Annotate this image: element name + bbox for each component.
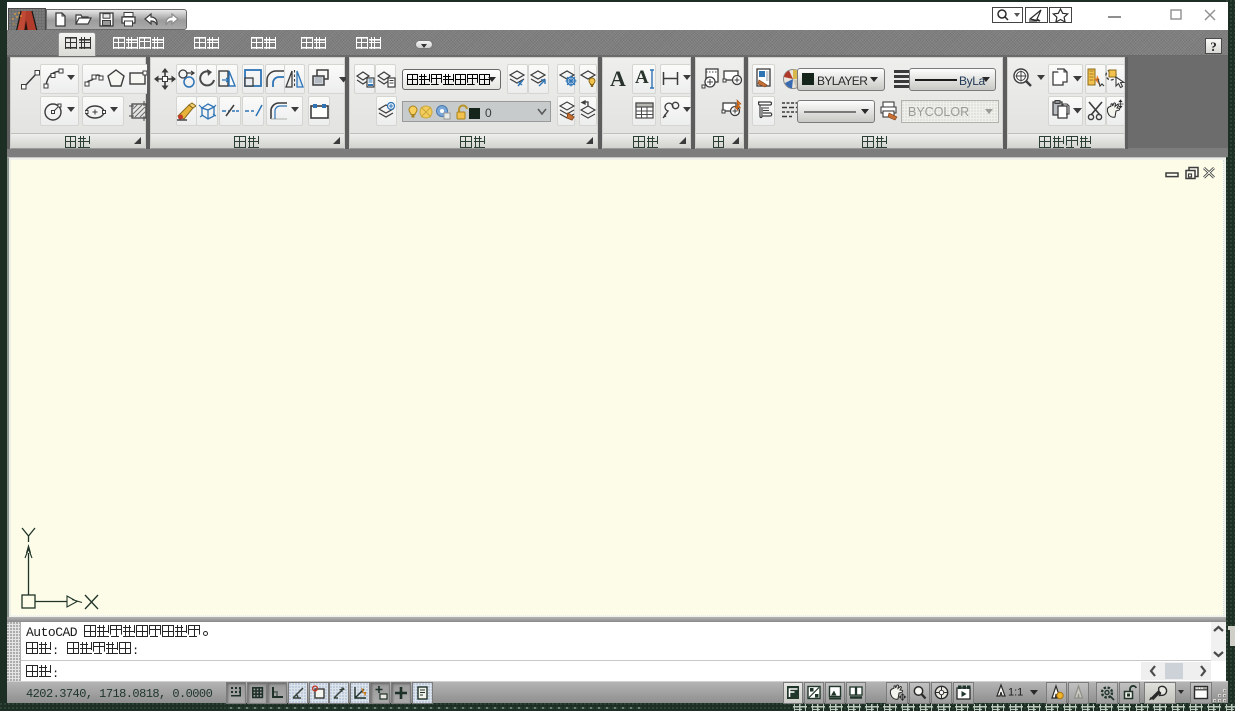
svg-text:1:1: 1:1 xyxy=(1008,687,1023,699)
svg-text:0: 0 xyxy=(485,106,492,120)
